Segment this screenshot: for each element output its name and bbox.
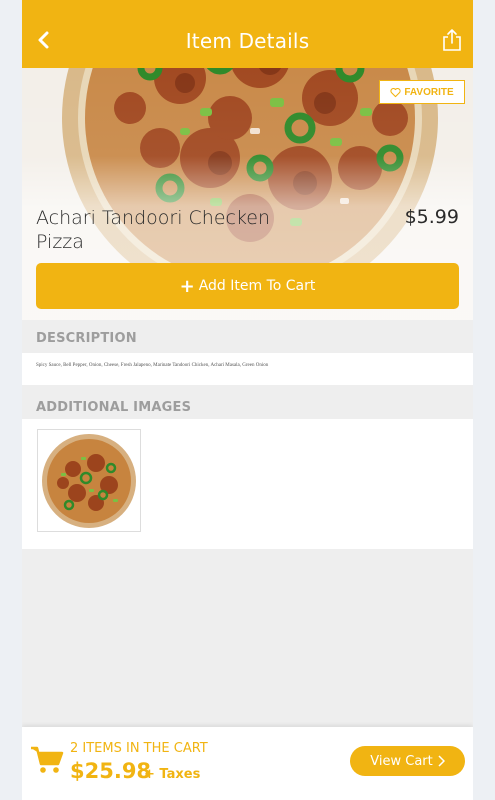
description-panel: Spicy Sauce, Bell Pepper, Onion, Cheese,…: [22, 353, 473, 385]
page-title: Item Details: [185, 29, 310, 53]
add-to-cart-label: Add Item To Cart: [198, 278, 316, 294]
cart-item-count: 2 ITEMS IN THE CART: [70, 741, 208, 756]
description-heading: DESCRIPTION: [36, 331, 137, 346]
top-app-bar: Item Details: [22, 0, 473, 68]
heart-outline-icon: [390, 87, 401, 97]
additional-images-heading: ADDITIONAL IMAGES: [36, 400, 192, 415]
additional-image-thumbnail[interactable]: [37, 429, 141, 532]
pizza-thumbnail: [42, 433, 136, 528]
cart-total: $25.98: [70, 759, 152, 783]
item-name: Achari Tandoori Checken Pizza: [36, 207, 271, 253]
share-icon: [443, 29, 461, 51]
favorite-button[interactable]: FAVORITE: [379, 80, 465, 104]
plus-icon: +: [179, 275, 195, 297]
share-button[interactable]: [441, 28, 463, 52]
chevron-right-icon: [438, 755, 445, 767]
favorite-label: FAVORITE: [404, 86, 454, 98]
view-cart-label: View Cart: [370, 753, 433, 769]
item-price: $5.99: [404, 206, 459, 228]
additional-images-panel: [22, 419, 473, 549]
cart-taxes-note: + Taxes: [144, 767, 201, 782]
app-screen: Item Details FAVORITE Achari Tandoori Ch…: [22, 0, 473, 800]
shopping-cart-icon: [31, 746, 64, 773]
view-cart-button[interactable]: View Cart: [350, 746, 465, 776]
add-to-cart-button[interactable]: + Add Item To Cart: [36, 263, 459, 309]
cart-summary-bar: 2 ITEMS IN THE CART $25.98 + Taxes View …: [22, 727, 473, 800]
description-text: Spicy Sauce, Bell Pepper, Onion, Cheese,…: [36, 363, 269, 368]
